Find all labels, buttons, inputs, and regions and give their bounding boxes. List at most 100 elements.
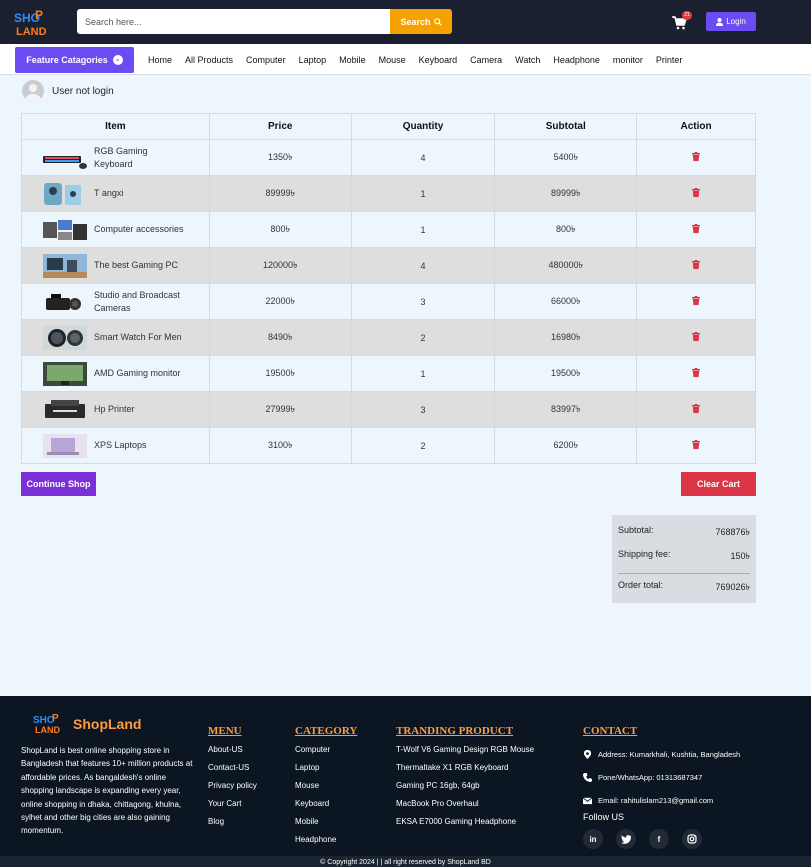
nav-link-laptop[interactable]: Laptop (299, 55, 327, 65)
contact-email-text: Email: rahitulislam213@gmail.com (598, 796, 714, 805)
contact-email: Email: rahitulislam213@gmail.com (583, 789, 740, 812)
item-name[interactable]: The best Gaming PC (94, 259, 178, 272)
footer-link-privacy[interactable]: Privacy policy (208, 779, 257, 797)
footer-menu: MENU About-US Contact-US Privacy policy … (208, 725, 257, 833)
item-info: AMD Gaming monitor (22, 361, 209, 386)
footer-category-mobile[interactable]: Mobile (295, 815, 357, 833)
social-links: in f (583, 829, 740, 849)
item-name[interactable]: Computer accessories (94, 223, 184, 236)
item-quantity: 1 (350, 355, 496, 392)
login-button[interactable]: Login (706, 12, 756, 31)
trash-icon[interactable] (692, 332, 701, 341)
footer-category-headphone[interactable]: Headphone (295, 833, 357, 851)
facebook-icon[interactable]: f (649, 829, 669, 849)
user-status-text: User not login (52, 85, 114, 97)
trash-icon[interactable] (692, 440, 701, 449)
item-price: 22000৳ (208, 283, 352, 320)
product-thumbnail[interactable] (43, 218, 87, 242)
nav-link-printer[interactable]: Printer (656, 55, 683, 65)
summary-subtotal-row: Subtotal: 768876৳ (618, 525, 750, 540)
action-cell (636, 391, 756, 428)
item-name[interactable]: RGB Gaming Keyboard (94, 145, 184, 171)
item-subtotal: 66000৳ (494, 283, 638, 320)
footer-category-laptop[interactable]: Laptop (295, 761, 357, 779)
action-cell (636, 211, 756, 248)
cart-table: Item Price Quantity Subtotal Action RGB … (21, 113, 756, 464)
product-thumbnail[interactable] (43, 182, 87, 206)
footer-trending-item[interactable]: Gaming PC 16gb, 64gb (396, 779, 534, 797)
footer-trending-item[interactable]: MacBook Pro Overhaul (396, 797, 534, 815)
nav-link-camera[interactable]: Camera (470, 55, 502, 65)
nav-link-headphone[interactable]: Headphone (553, 55, 600, 65)
product-thumbnail[interactable] (43, 398, 87, 422)
footer-trending-item[interactable]: T-Wolf V6 Gaming Design RGB Mouse (396, 743, 534, 761)
copyright-bar: © Copyright 2024 | | all right reserved … (0, 856, 811, 867)
footer-logo[interactable]: SHO P LAND (33, 712, 69, 734)
contact-phone-text: Pone/WhatsApp: 01313687347 (598, 773, 703, 782)
footer-trending-item[interactable]: Thermaltake X1 RGB Keyboard (396, 761, 534, 779)
table-row: RGB Gaming Keyboard 1350৳ 4 5400৳ (21, 139, 756, 176)
twitter-icon[interactable] (616, 829, 636, 849)
shopland-logo[interactable]: SHO P LAND (14, 9, 48, 37)
item-info: Hp Printer (22, 398, 209, 422)
item-price: 19500৳ (208, 355, 352, 392)
item-info: Studio and Broadcast Cameras (22, 289, 209, 315)
item-subtotal: 83997৳ (494, 391, 638, 428)
product-thumbnail[interactable] (43, 253, 87, 278)
footer-category-keyboard[interactable]: Keyboard (295, 797, 357, 815)
nav-link-home[interactable]: Home (148, 55, 172, 65)
product-thumbnail[interactable] (43, 361, 87, 386)
trash-icon[interactable] (692, 224, 701, 233)
footer-trending-item[interactable]: EKSA E7000 Gaming Headphone (396, 815, 534, 833)
nav-link-mobile[interactable]: Mobile (339, 55, 366, 65)
trash-icon[interactable] (692, 296, 701, 305)
item-cell: Studio and Broadcast Cameras (21, 283, 210, 320)
item-quantity: 4 (350, 247, 496, 284)
continue-shop-button[interactable]: Continue Shop (21, 472, 96, 496)
nav-link-keyboard[interactable]: Keyboard (419, 55, 458, 65)
footer-category-computer[interactable]: Computer (295, 743, 357, 761)
trash-icon[interactable] (692, 368, 701, 377)
item-name[interactable]: Smart Watch For Men (94, 331, 182, 344)
product-thumbnail[interactable] (43, 325, 87, 350)
item-price: 8490৳ (208, 319, 352, 356)
trash-icon[interactable] (692, 152, 701, 161)
footer-link-blog[interactable]: Blog (208, 815, 257, 833)
footer-link-about[interactable]: About-US (208, 743, 257, 761)
footer-link-cart[interactable]: Your Cart (208, 797, 257, 815)
feature-categories-button[interactable]: Feature Catagories ⌄ (15, 47, 134, 73)
footer-link-contact[interactable]: Contact-US (208, 761, 257, 779)
clear-cart-button[interactable]: Clear Cart (681, 472, 756, 496)
nav-link-mouse[interactable]: Mouse (379, 55, 406, 65)
item-cell: XPS Laptops (21, 427, 210, 464)
table-row: XPS Laptops 3100৳ 2 6200৳ (21, 427, 756, 464)
search-button[interactable]: Search (390, 9, 452, 34)
item-subtotal: 480000৳ (494, 247, 638, 284)
avatar[interactable] (22, 80, 44, 102)
summary-total-label: Order total: (618, 580, 664, 590)
svg-text:P: P (35, 9, 43, 22)
footer-category-mouse[interactable]: Mouse (295, 779, 357, 797)
item-name[interactable]: Hp Printer (94, 403, 135, 416)
contact-address: Address: Kumarkhali, Kushtia, Bangladesh (583, 743, 740, 766)
nav-link-computer[interactable]: Computer (246, 55, 286, 65)
product-thumbnail[interactable] (43, 146, 87, 170)
linkedin-icon[interactable]: in (583, 829, 603, 849)
nav-link-watch[interactable]: Watch (515, 55, 540, 65)
footer-trending-title: TRANDING PRODUCT (396, 725, 514, 737)
item-name[interactable]: AMD Gaming monitor (94, 367, 181, 380)
item-name[interactable]: Studio and Broadcast Cameras (94, 289, 184, 315)
trash-icon[interactable] (692, 404, 701, 413)
item-quantity: 1 (350, 175, 496, 212)
instagram-icon[interactable] (682, 829, 702, 849)
item-name[interactable]: XPS Laptops (94, 439, 147, 452)
nav-link-all-products[interactable]: All Products (185, 55, 233, 65)
product-thumbnail[interactable] (43, 433, 87, 458)
item-name[interactable]: T angxi (94, 187, 123, 200)
product-thumbnail[interactable] (43, 290, 87, 314)
trash-icon[interactable] (692, 188, 701, 197)
nav-link-monitor[interactable]: monitor (613, 55, 643, 65)
item-cell: The best Gaming PC (21, 247, 210, 284)
trash-icon[interactable] (692, 260, 701, 269)
search-input[interactable] (77, 9, 390, 34)
